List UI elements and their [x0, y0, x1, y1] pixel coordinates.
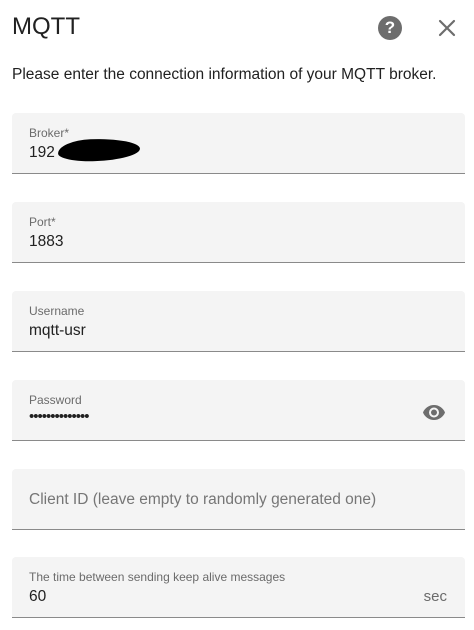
port-field[interactable]: Port* 1883 [12, 202, 465, 263]
client-id-placeholder: Client ID (leave empty to randomly gener… [29, 491, 377, 508]
eye-icon [423, 405, 445, 420]
port-label: Port* [29, 215, 56, 229]
broker-label: Broker* [29, 126, 70, 140]
keepalive-value[interactable]: 60 [29, 588, 46, 606]
mqtt-dialog: MQTT ? Please enter the connection infor… [0, 0, 474, 630]
question-circle-icon: ? [384, 18, 396, 37]
username-value[interactable]: mqtt-usr [29, 322, 86, 340]
password-label: Password [29, 393, 82, 407]
dialog-description: Please enter the connection information … [12, 66, 437, 83]
help-button[interactable]: ? [378, 16, 402, 40]
keepalive-unit: sec [423, 588, 447, 605]
client-id-field[interactable]: Client ID (leave empty to randomly gener… [12, 469, 465, 530]
close-button[interactable] [436, 17, 458, 39]
redaction-mark [57, 137, 141, 163]
broker-value[interactable]: 192 [29, 144, 55, 162]
show-password-button[interactable] [422, 400, 446, 424]
username-label: Username [29, 304, 85, 318]
broker-field[interactable]: Broker* 192 [12, 113, 465, 174]
password-value[interactable]: •••••••••••••• [29, 408, 90, 425]
password-field[interactable]: Password •••••••••••••• [12, 380, 465, 441]
close-icon [438, 19, 456, 37]
port-value[interactable]: 1883 [29, 233, 63, 251]
dialog-title: MQTT [12, 13, 80, 40]
dialog-header: MQTT ? [12, 10, 462, 50]
keepalive-field[interactable]: The time between sending keep alive mess… [12, 557, 465, 618]
keepalive-label: The time between sending keep alive mess… [29, 570, 286, 584]
username-field[interactable]: Username mqtt-usr [12, 291, 465, 352]
